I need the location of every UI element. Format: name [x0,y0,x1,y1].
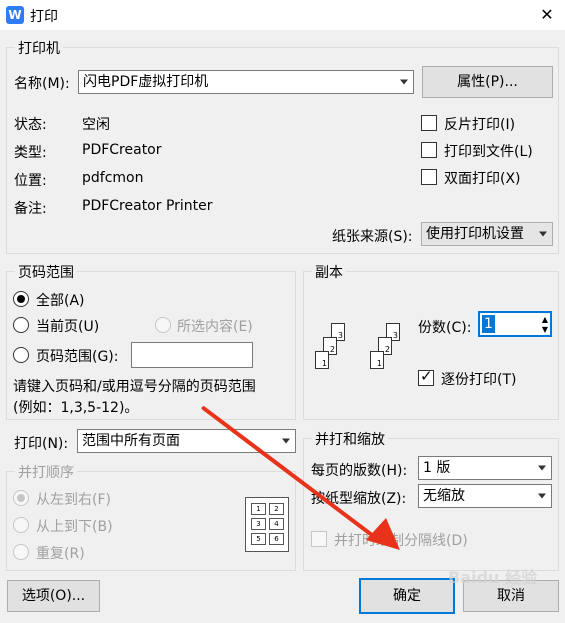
top-to-bottom-label[interactable]: 从上到下(B) [36,516,113,536]
chevron-down-icon [539,231,547,237]
chevron-down-icon [282,438,290,444]
status-label: 状态: [14,117,47,133]
current-page-label[interactable]: 当前页(U) [36,316,99,336]
watermark: Baidu 经验 [448,568,537,587]
options-button[interactable]: 选项(O)... [7,580,100,612]
paper-source-value: 使用打印机设置 [426,226,524,242]
pages-per-sheet-label: 每页的版数(H): [311,463,408,479]
copies-count-value: 1 [482,315,495,333]
page-range-label[interactable]: 页码范围(G): [36,346,119,366]
order-group-label: 并打顺序 [15,462,77,482]
all-pages-label[interactable]: 全部(A) [36,290,85,310]
scale-value: 无缩放 [423,488,465,504]
comment-label: 备注: [14,201,47,217]
print-what-select[interactable]: 范围中所有页面 [77,429,296,453]
spin-up-icon[interactable]: ▲ [542,315,548,325]
page-range-input[interactable] [131,342,253,368]
type-value: PDFCreator [82,142,162,158]
all-pages-radio[interactable] [13,291,29,307]
reverse-print-checkbox[interactable] [421,115,437,131]
left-to-right-label[interactable]: 从左到右(F) [36,489,111,509]
chevron-down-icon [538,493,546,499]
collate-label[interactable]: 逐份打印(T) [441,369,516,389]
wps-app-icon: W [6,6,24,24]
copies-count-label: 份数(C): [418,320,472,336]
chevron-down-icon [538,465,546,471]
arrow-head-icon [366,518,400,550]
left-to-right-radio[interactable] [13,490,29,506]
page-range-group-label: 页码范围 [15,262,77,282]
current-page-radio[interactable] [13,317,29,333]
zoom-group-label: 并打和缩放 [312,429,388,449]
selection-radio[interactable] [155,317,171,333]
copies-count-stepper[interactable]: 1 ▲ ▼ [478,311,552,337]
duplex-checkbox[interactable] [421,169,437,185]
repeat-label[interactable]: 重复(R) [36,543,85,563]
paper-source-label: 纸张来源(S): [332,229,413,245]
type-label: 类型: [14,145,47,161]
divider-label[interactable]: 并打时绘制分隔线(D) [334,530,468,550]
top-to-bottom-radio[interactable] [13,517,29,533]
copies-group: 副本 [303,262,559,420]
printer-name-label: 名称(M): [14,76,70,92]
page-range-hint-line2: (例如：1,3,5-12)。 [13,400,139,416]
print-what-label: 打印(N): [14,436,69,452]
pages-per-sheet-select[interactable]: 1 版 [418,456,552,480]
title-bar: W 打印 ✕ [0,0,565,30]
print-to-file-label[interactable]: 打印到文件(L) [444,141,533,161]
comment-value: PDFCreator Printer [82,198,213,214]
copies-group-label: 副本 [312,262,346,282]
divider-checkbox[interactable] [311,531,327,547]
printer-name-value: 闪电PDF虚拟打印机 [83,74,209,90]
window-title: 打印 [30,9,58,25]
properties-button[interactable]: 属性(P)... [422,66,553,98]
print-to-file-checkbox[interactable] [421,142,437,158]
repeat-radio[interactable] [13,544,29,560]
scale-select[interactable]: 无缩放 [418,484,552,508]
reverse-print-label[interactable]: 反片打印(I) [444,114,515,134]
status-value: 空闲 [82,117,110,133]
close-icon[interactable]: ✕ [529,0,565,30]
paper-source-select[interactable]: 使用打印机设置 [421,222,553,246]
printer-name-select[interactable]: 闪电PDF虚拟打印机 [78,70,414,94]
chevron-down-icon [400,79,408,85]
ok-button[interactable]: 确定 [359,578,455,614]
printer-group-label: 打印机 [15,38,63,58]
location-value: pdfcmon [82,170,144,186]
page-range-hint-line1: 请键入页码和/或用逗号分隔的页码范围 [13,379,256,395]
collate-checkbox[interactable] [418,367,434,386]
pages-per-sheet-value: 1 版 [423,460,451,476]
page-range-radio[interactable] [13,347,29,363]
location-label: 位置: [14,173,47,189]
order-preview-icon: 1 2 3 4 5 6 [245,497,289,552]
duplex-label[interactable]: 双面打印(X) [444,168,521,188]
print-what-value: 范围中所有页面 [82,433,180,449]
spin-down-icon[interactable]: ▼ [542,325,548,335]
selection-label[interactable]: 所选内容(E) [177,316,253,336]
